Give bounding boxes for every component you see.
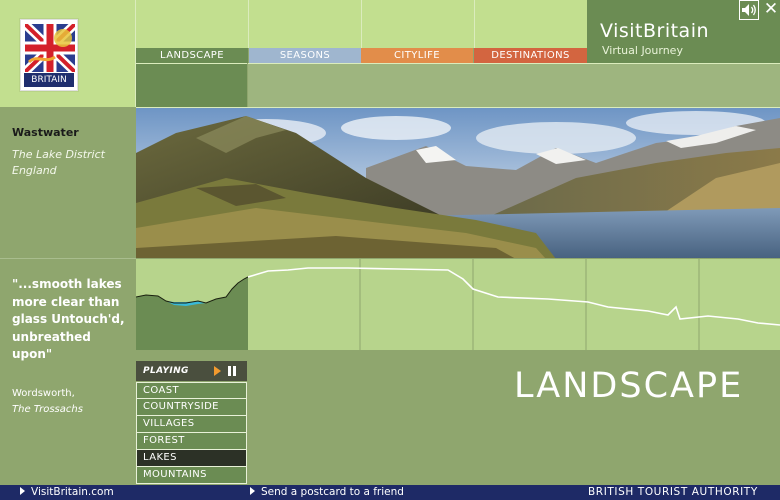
elevation-profile [247,259,780,350]
britain-logo[interactable]: BRITAIN [20,19,78,91]
playlist-item-countryside[interactable]: COUNTRYSIDE [136,399,247,416]
quote-work: The Trossachs [12,404,83,415]
playlist-item-forest[interactable]: FOREST [136,433,247,450]
player-status: PLAYING [143,366,189,376]
subnav-bar [248,63,780,107]
divider [0,258,136,259]
tab-destinations[interactable]: DESTINATIONS [474,48,587,63]
quote-author: Wordsworth, [12,388,75,399]
header-divider [361,0,362,48]
close-icon: ✕ [763,0,779,19]
play-icon[interactable] [214,366,221,376]
pause-icon[interactable] [228,366,237,376]
location-region: The Lake District England [12,147,132,179]
brand-title: VisitBritain [600,20,710,42]
location-country: England [12,164,57,177]
section-title: LANDSCAPE [514,366,744,406]
arrow-right-icon [20,487,25,495]
sound-button[interactable] [739,0,759,20]
quote-text: "...smooth lakes more clear than glass U… [12,277,125,361]
union-flag-icon [25,24,75,72]
visitbritain-link-text: VisitBritain.com [31,486,114,498]
playlist: COAST COUNTRYSIDE VILLAGES FOREST LAKES … [136,382,247,484]
footer-bar: VisitBritain.com Send a postcard to a fr… [0,485,780,500]
tab-citylife[interactable]: CITYLIFE [361,48,473,63]
quote-attribution: Wordsworth, The Trossachs [12,386,130,418]
send-postcard-link-text: Send a postcard to a friend [261,486,404,498]
header-divider [248,0,249,48]
route-map [135,259,249,350]
organisation-name: BRITISH TOURIST AUTHORITY [588,486,758,498]
valley-map-icon [135,259,249,350]
location-region-line: The Lake District [12,148,105,161]
tab-seasons[interactable]: SEASONS [249,48,361,63]
brand-subtitle: Virtual Journey [602,44,683,57]
speaker-icon [739,0,759,20]
landscape-photo [136,107,780,258]
wastwater-photo-image [136,108,780,258]
playlist-item-coast[interactable]: COAST [136,382,247,399]
logo-text: BRITAIN [24,73,74,87]
elevation-graph [247,259,780,350]
tab-landscape[interactable]: LANDSCAPE [136,48,248,63]
visitbritain-link[interactable]: VisitBritain.com [20,485,114,500]
playlist-item-lakes[interactable]: LAKES [136,450,247,467]
close-button[interactable]: ✕ [762,0,780,20]
location-name: Wastwater [12,126,79,139]
playlist-item-mountains[interactable]: MOUNTAINS [136,467,247,484]
playlist-item-villages[interactable]: VILLAGES [136,416,247,433]
subnav-active-block [136,63,247,107]
arrow-right-icon [250,487,255,495]
send-postcard-link[interactable]: Send a postcard to a friend [250,485,404,500]
header-divider [474,0,475,48]
